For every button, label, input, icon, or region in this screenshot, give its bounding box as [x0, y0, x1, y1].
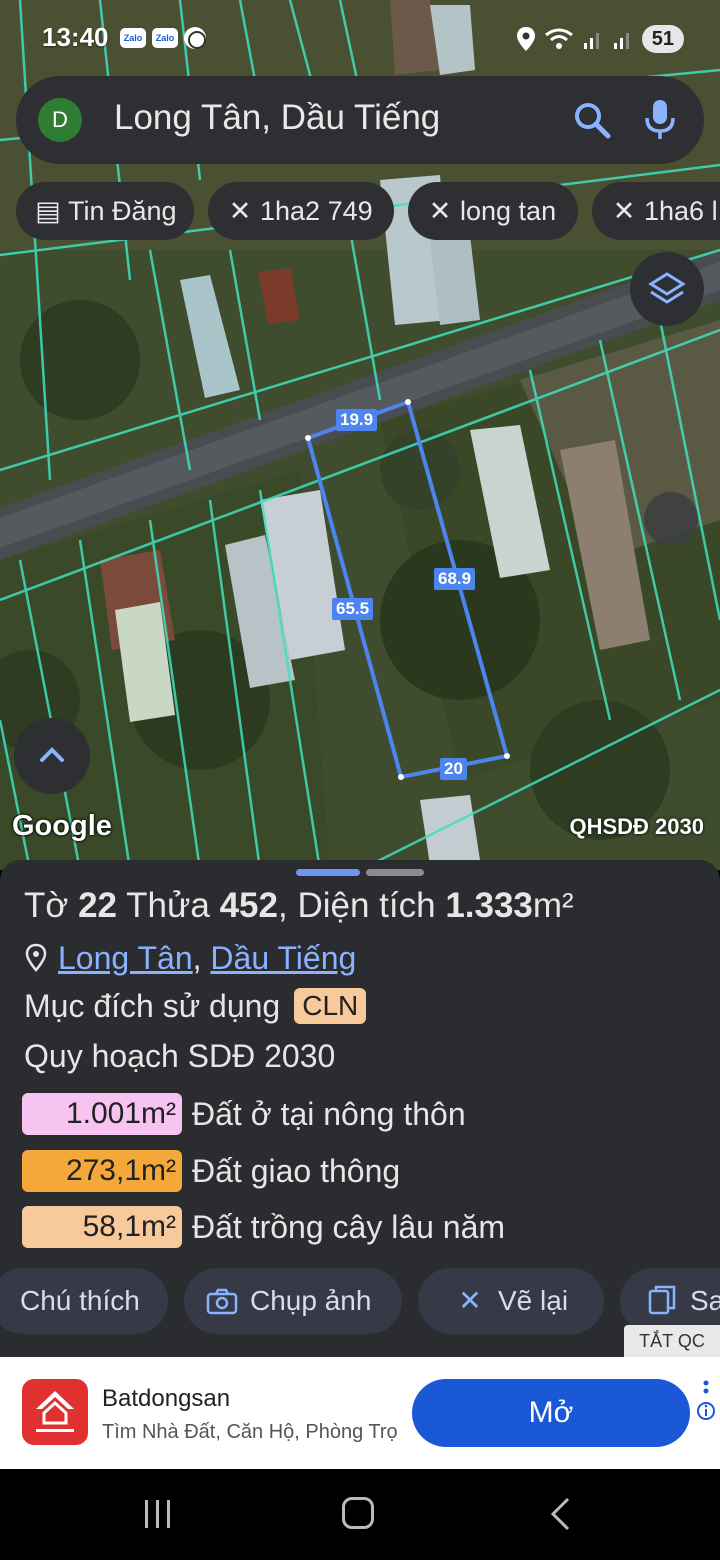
chip-1ha6[interactable]: ✕ 1ha6 l [592, 182, 720, 240]
redraw-button[interactable]: ✕ Vẽ lại [418, 1268, 604, 1334]
chip-label: 1ha6 l [644, 196, 718, 226]
measure-label-bottom: 20 [440, 758, 467, 780]
battery-indicator: 51 [641, 25, 684, 53]
chip-long-tan[interactable]: ✕ long tan [408, 182, 578, 240]
sheet-handle-active[interactable] [296, 869, 360, 876]
status-bar: 13:40 Zalo Zalo 51 [0, 0, 720, 76]
ad-open-button[interactable]: Mở [412, 1379, 690, 1447]
sheet-number: 22 [78, 886, 118, 925]
search-input[interactable]: Long Tân, Dầu Tiếng [114, 98, 440, 138]
land-use-label: Đất trồng cây lâu năm [192, 1208, 506, 1245]
layers-button[interactable] [630, 252, 704, 326]
camera-icon [204, 1268, 240, 1334]
land-use-area: 273,1m² [22, 1150, 182, 1192]
microphone-icon[interactable] [640, 98, 680, 142]
area-unit: m² [532, 886, 574, 925]
capture-button[interactable]: Chụp ảnh [184, 1268, 402, 1334]
home-icon[interactable] [342, 1497, 374, 1529]
chip-label: 1ha2 749 [260, 196, 373, 226]
back-icon[interactable] [548, 1497, 572, 1531]
browser-notification-icon [184, 27, 206, 49]
signal-icon [613, 33, 629, 49]
ruler-icon: ✕ [428, 196, 452, 226]
ad-subtitle: Tìm Nhà Đất, Căn Hộ, Phòng Trọ [102, 1421, 398, 1443]
map-control-button[interactable] [644, 492, 698, 546]
measure-label-right: 68.9 [434, 568, 476, 590]
land-purpose: Mục đích sử dụng CLN [24, 988, 367, 1025]
area-value: 1.333 [445, 886, 533, 925]
search-icon[interactable] [572, 100, 612, 140]
layers-icon [648, 272, 686, 304]
land-use-label: Đất ở tại nông thôn [192, 1095, 466, 1132]
ad-banner[interactable]: Batdongsan Tìm Nhà Đất, Căn Hộ, Phòng Tr… [0, 1357, 720, 1469]
area-label: , Diện tích [278, 886, 436, 925]
land-use-label: Đất giao thông [192, 1152, 401, 1189]
action-label: Chú thích [20, 1285, 140, 1316]
purpose-label: Mục đích sử dụng [24, 988, 281, 1024]
calendar-icon: ▤ [35, 196, 61, 226]
filter-chip-row: ▤ Tin Đăng ✕ 1ha2 749 ✕ long tan ✕ 1ha6 l [16, 182, 720, 240]
dismiss-ad-button[interactable]: TẮT QC [624, 1325, 720, 1357]
location-pin-icon [25, 943, 47, 972]
location-separator: , [192, 940, 202, 976]
measure-label-top: 19.9 [336, 409, 378, 431]
status-time: 13:40 [42, 22, 109, 52]
ward-link[interactable]: Long Tân [58, 940, 193, 976]
location-icon [516, 27, 535, 51]
land-use-row: 273,1m² Đất giao thông [22, 1149, 400, 1193]
plan-heading: Quy hoạch SDĐ 2030 [24, 1038, 336, 1074]
land-use-row: 1.001m² Đất ở tại nông thôn [22, 1092, 466, 1136]
parcel-info-sheet[interactable]: Tờ 22 Thửa 452, Diện tích 1.333m² Long T… [0, 860, 720, 1360]
action-label: Sa [690, 1285, 720, 1316]
parcel-title: Tờ 22 Thửa 452, Diện tích 1.333m² [24, 886, 574, 926]
land-use-area: 58,1m² [22, 1206, 182, 1248]
chip-1ha2-749[interactable]: ✕ 1ha2 749 [208, 182, 394, 240]
ruler-icon: ✕ [228, 196, 252, 226]
parcel-label: Thửa [126, 886, 210, 925]
ad-title: Batdongsan [102, 1385, 231, 1412]
chevron-up-icon [40, 747, 64, 762]
layer-label: QHSDĐ 2030 [569, 814, 704, 839]
search-bar[interactable]: D Long Tân, Dầu Tiếng [16, 76, 704, 164]
satellite-map[interactable]: 19.9 68.9 65.5 20 13:40 Zalo Zalo 51 D L… [0, 0, 720, 870]
land-use-row: 58,1m² Đất trồng cây lâu năm [22, 1205, 505, 1249]
action-label: Chụp ảnh [250, 1285, 372, 1316]
purpose-code-badge: CLN [294, 988, 367, 1024]
sheet-handle[interactable] [366, 869, 424, 876]
signal-icon [583, 33, 599, 49]
wifi-icon [544, 28, 573, 49]
avatar[interactable]: D [38, 98, 82, 142]
chip-tin-dang[interactable]: ▤ Tin Đăng [16, 182, 194, 240]
google-logo: Google [12, 810, 112, 842]
ruler-icon: ✕ [612, 196, 636, 226]
sheet-label: Tờ [24, 886, 69, 925]
land-use-area: 1.001m² [22, 1093, 182, 1135]
recent-apps-icon[interactable] [140, 1499, 176, 1529]
chip-label: Tin Đăng [68, 196, 177, 226]
expand-up-button[interactable] [14, 718, 90, 794]
action-label: Vẽ lại [498, 1285, 569, 1316]
ruler-icon: ✕ [458, 1285, 482, 1316]
system-nav-bar [0, 1469, 720, 1560]
parcel-number: 452 [219, 886, 278, 925]
parcel-location: Long Tân, Dầu Tiếng [24, 940, 356, 977]
zalo-notification-icon: Zalo [152, 28, 178, 48]
chip-label: long tan [460, 196, 557, 226]
measure-label-left: 65.5 [332, 598, 374, 620]
district-link[interactable]: Dầu Tiếng [210, 940, 356, 976]
zalo-notification-icon: Zalo [120, 28, 146, 48]
ad-info-icon[interactable] [696, 1379, 716, 1429]
legend-button[interactable]: Chú thích [0, 1268, 168, 1334]
batdongsan-logo [22, 1379, 88, 1445]
